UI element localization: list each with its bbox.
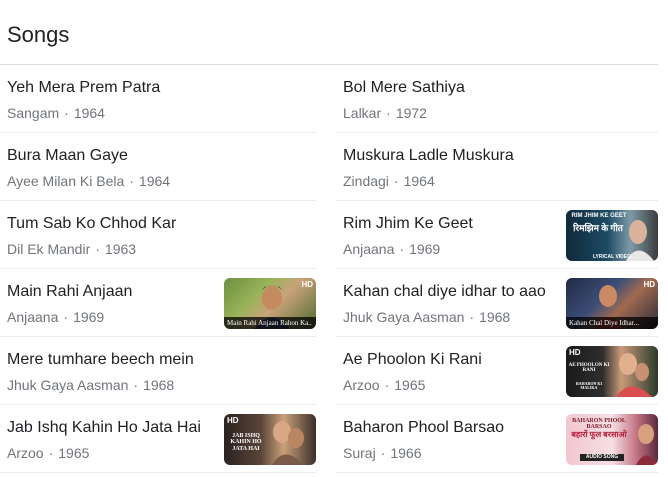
thumbnail-caption: Kahan Chal Diye Idhar... — [566, 317, 658, 329]
song-meta: Jhuk Gaya Aasman · 1968 — [7, 377, 174, 393]
song-item[interactable]: Ae Phoolon Ki Rani Arzoo · 1965 HD AE PHOO… — [336, 337, 658, 405]
thumbnail-footer: AUDIO SONG — [580, 454, 624, 462]
song-meta: Anjaana · 1969 — [343, 241, 440, 257]
song-item[interactable]: Yeh Mera Prem Patra Sangam · 1964 — [0, 65, 316, 133]
thumbnail-subtitle: BAHARON KI MALIKA — [575, 381, 603, 391]
song-name: Kahan chal diye idhar to aao — [343, 283, 546, 300]
separator: · — [64, 105, 69, 121]
song-year: 1968 — [479, 309, 511, 325]
song-film: Sangam — [7, 105, 60, 121]
video-thumbnail[interactable]: HD Kahan Chal Diye Idhar... — [566, 278, 658, 329]
section-title: Songs — [7, 22, 70, 47]
song-year: 1972 — [395, 105, 427, 121]
separator: · — [384, 377, 390, 393]
separator: · — [386, 105, 391, 121]
song-name: Ae Phoolon Ki Rani — [343, 351, 482, 368]
hd-badge: HD — [643, 280, 655, 289]
song-film: Ayee Milan Ki Bela — [7, 173, 125, 189]
thumbnail-title: RIM JHIM KE GEET — [571, 213, 627, 219]
thumbnail-footer: LYRICAL VIDEO — [592, 253, 632, 260]
song-item[interactable]: Bura Maan Gaye Ayee Milan Ki Bela · 1964 — [0, 133, 316, 201]
thumbnail-hindi-title: बहारों फूल बरसाओ — [571, 430, 627, 439]
video-thumbnail[interactable]: RIM JHIM KE GEET रिमझिम के गीत LYRICAL V… — [566, 210, 658, 261]
thumbnail-hindi-title: रिमझिम के गीत — [573, 223, 623, 233]
song-meta: Arzoo · 1965 — [7, 445, 89, 461]
songs-column-right: Bol Mere Sathiya Lalkar · 1972 Muskura Lad… — [336, 65, 658, 473]
separator: · — [380, 445, 386, 461]
song-item[interactable]: Bol Mere Sathiya Lalkar · 1972 — [336, 65, 658, 133]
thumbnail-title: AE PHOOLON KI RANI — [568, 363, 610, 374]
separator: · — [399, 241, 405, 257]
separator: · — [133, 377, 139, 393]
song-year: 1964 — [73, 105, 105, 121]
hd-badge: HD — [569, 348, 581, 357]
song-film: Lalkar — [343, 105, 382, 121]
song-item[interactable]: Baharon Phool Barsao Suraj · 1966 BAHARON … — [336, 405, 658, 473]
song-year: 1966 — [390, 445, 422, 461]
song-film: Dil Ek Mandir — [7, 241, 91, 257]
song-name: Rim Jhim Ke Geet — [343, 215, 473, 232]
song-year: 1965 — [58, 445, 90, 461]
song-meta: Lalkar · 1972 — [343, 105, 427, 121]
song-meta: Anjaana · 1969 — [7, 309, 104, 325]
video-thumbnail[interactable]: HD JAB ISHQ KAHIN HO JATA HAI — [224, 414, 316, 465]
song-meta: Jhuk Gaya Aasman · 1968 — [343, 309, 510, 325]
song-year: 1964 — [138, 173, 171, 189]
separator: · — [48, 445, 54, 461]
song-meta: Dil Ek Mandir · 1963 — [7, 241, 136, 257]
song-film: Anjaana — [7, 309, 59, 325]
video-thumbnail[interactable]: HD AE PHOOLON KI RANI BAHARON KI MALIKA — [566, 346, 658, 397]
song-meta: Sangam · 1964 — [7, 105, 105, 121]
song-film: Suraj — [343, 445, 376, 461]
song-item[interactable]: Muskura Ladle Muskura Zindagi · 1964 — [336, 133, 658, 201]
song-item[interactable]: Tum Sab Ko Chhod Kar Dil Ek Mandir · 1963 — [0, 201, 316, 269]
thumbnail-title: BAHARON PHOOL BARSAO — [572, 418, 626, 431]
separator: · — [129, 173, 134, 189]
song-film: Anjaana — [343, 241, 395, 257]
hd-badge: HD — [301, 280, 313, 289]
song-name: Bol Mere Sathiya — [343, 79, 465, 96]
separator: · — [393, 173, 399, 189]
song-year: 1964 — [403, 173, 435, 189]
song-name: Baharon Phool Barsao — [343, 419, 504, 436]
thumbnail-caption: Main Rahi Anjaan Rahon Ka.. — [224, 317, 316, 329]
song-year: 1968 — [143, 377, 175, 393]
song-item[interactable]: Rim Jhim Ke Geet Anjaana · 1969 RIM JHIM K… — [336, 201, 658, 269]
song-meta: Suraj · 1966 — [343, 445, 422, 461]
song-item[interactable]: Mere tumhare beech mein Jhuk Gaya Aasman… — [0, 337, 316, 405]
song-item[interactable]: Jab Ishq Kahin Ho Jata Hai Arzoo · 1965 HD… — [0, 405, 316, 473]
song-name: Tum Sab Ko Chhod Kar — [7, 215, 177, 232]
song-year: 1965 — [394, 377, 426, 393]
separator: · — [63, 309, 69, 325]
song-year: 1969 — [73, 309, 105, 325]
song-name: Yeh Mera Prem Patra — [7, 79, 161, 96]
song-meta: Ayee Milan Ki Bela · 1964 — [7, 173, 170, 189]
song-name: Jab Ishq Kahin Ho Jata Hai — [7, 419, 201, 436]
song-name: Bura Maan Gaye — [7, 147, 128, 164]
separator: · — [95, 241, 100, 257]
hd-badge: HD — [227, 416, 239, 425]
song-film: Jhuk Gaya Aasman — [7, 377, 129, 393]
song-year: 1969 — [409, 241, 441, 257]
song-film: Jhuk Gaya Aasman — [343, 309, 465, 325]
song-meta: Arzoo · 1965 — [343, 377, 425, 393]
song-film: Zindagi — [343, 173, 389, 189]
separator: · — [469, 309, 475, 325]
thumbnail-title: JAB ISHQ KAHIN HO JATA HAI — [230, 433, 262, 452]
song-film: Arzoo — [7, 445, 44, 461]
song-item[interactable]: Kahan chal diye idhar to aao Jhuk Gaya A… — [336, 269, 658, 337]
song-name: Main Rahi Anjaan — [7, 283, 133, 300]
video-thumbnail[interactable]: HD Main Rahi Anjaan Rahon Ka.. — [224, 278, 316, 329]
song-item[interactable]: Main Rahi Anjaan Anjaana · 1969 HD Main Ra… — [0, 269, 316, 337]
song-name: Mere tumhare beech mein — [7, 351, 194, 368]
songs-column-left: Yeh Mera Prem Patra Sangam · 1964 Bura Maa… — [0, 65, 316, 473]
song-name: Muskura Ladle Muskura — [343, 147, 514, 164]
song-film: Arzoo — [343, 377, 380, 393]
song-meta: Zindagi · 1964 — [343, 173, 435, 189]
video-thumbnail[interactable]: BAHARON PHOOL BARSAO बहारों फूल बरसाओ AU… — [566, 414, 658, 465]
song-year: 1963 — [104, 241, 137, 257]
